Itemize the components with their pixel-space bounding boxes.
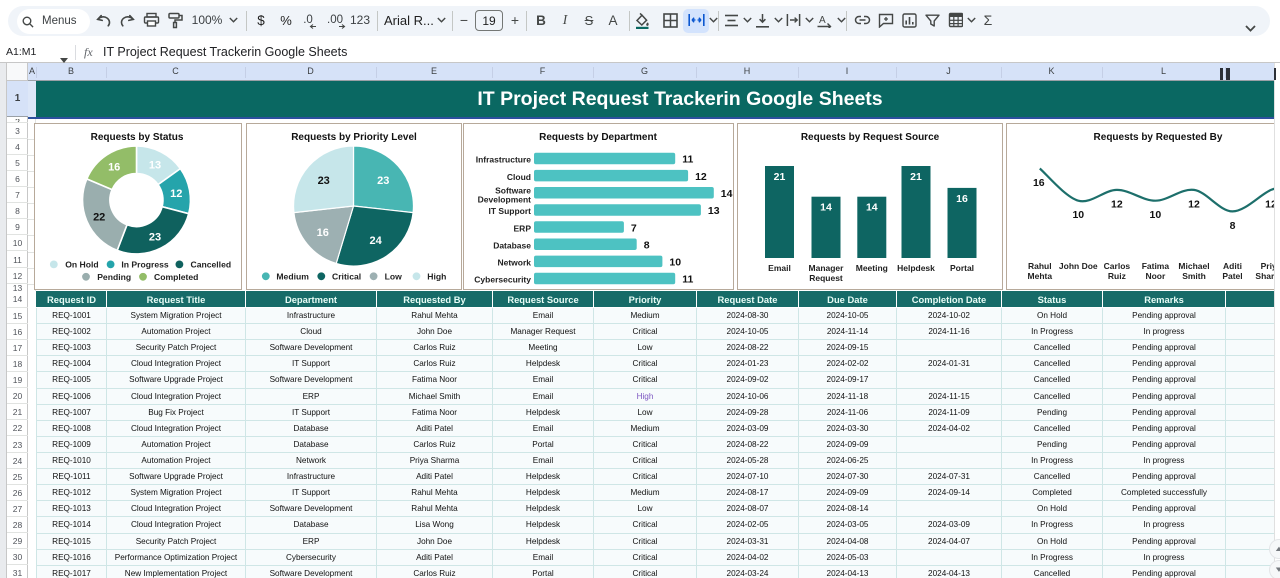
svg-text:Network: Network [497, 258, 531, 268]
svg-text:Sharma: Sharma [1255, 271, 1274, 281]
svg-text:7: 7 [631, 222, 637, 234]
svg-text:IT Support: IT Support [489, 206, 532, 216]
svg-text:23: 23 [318, 175, 330, 187]
svg-text:13: 13 [708, 205, 720, 217]
svg-text:A: A [819, 15, 826, 26]
svg-text:On Hold: On Hold [65, 260, 98, 270]
svg-text:12: 12 [1111, 198, 1123, 210]
svg-text:Database: Database [493, 241, 531, 251]
svg-text:Request: Request [809, 273, 843, 283]
svg-text:14: 14 [721, 188, 733, 200]
svg-text:10: 10 [1072, 209, 1084, 221]
svg-text:Completed: Completed [154, 272, 198, 282]
svg-text:8: 8 [1230, 220, 1236, 232]
svg-text:Requests by Status: Requests by Status [91, 132, 184, 143]
svg-text:16: 16 [317, 227, 329, 239]
svg-text:John Doe: John Doe [1059, 261, 1098, 271]
svg-text:Development: Development [478, 194, 532, 204]
svg-text:Smith: Smith [1182, 271, 1206, 281]
svg-text:10: 10 [1150, 209, 1162, 221]
svg-text:16: 16 [956, 193, 968, 205]
svg-text:16: 16 [108, 162, 120, 174]
svg-text:Pending: Pending [97, 272, 131, 282]
svg-text:Cloud: Cloud [507, 172, 531, 182]
svg-text:12: 12 [1265, 198, 1274, 210]
svg-text:Michael: Michael [1178, 261, 1209, 271]
svg-text:Critical: Critical [332, 272, 361, 282]
svg-text:Ruiz: Ruiz [1108, 271, 1126, 281]
svg-text:11: 11 [682, 274, 693, 286]
svg-text:Carlos: Carlos [1104, 261, 1131, 271]
svg-text:Medium: Medium [276, 272, 309, 282]
svg-text:Cybersecurity: Cybersecurity [474, 275, 531, 285]
svg-text:Requests by Priority Level: Requests by Priority Level [291, 132, 417, 143]
svg-text:Email: Email [768, 263, 791, 273]
svg-text:Mehta: Mehta [1028, 271, 1053, 281]
svg-text:High: High [427, 272, 446, 282]
svg-text:21: 21 [774, 171, 786, 183]
svg-text:21: 21 [910, 171, 922, 183]
svg-text:14: 14 [820, 202, 832, 214]
svg-text:Patel: Patel [1222, 271, 1242, 281]
svg-text:23: 23 [377, 175, 389, 187]
svg-text:Low: Low [385, 272, 402, 282]
svg-text:Priya: Priya [1261, 261, 1274, 271]
svg-text:12: 12 [170, 188, 182, 200]
svg-text:Meeting: Meeting [856, 263, 888, 273]
svg-text:In Progress: In Progress [121, 260, 169, 270]
svg-text:Cancelled: Cancelled [191, 260, 232, 270]
svg-text:10: 10 [669, 257, 681, 269]
svg-text:ERP: ERP [514, 223, 532, 233]
svg-text:Requests by Requested By: Requests by Requested By [1094, 132, 1223, 143]
svg-text:11: 11 [682, 154, 693, 166]
svg-text:Manager: Manager [809, 263, 845, 273]
svg-text:Requests by Request Source: Requests by Request Source [801, 132, 940, 143]
svg-text:12: 12 [695, 171, 707, 183]
svg-text:14: 14 [866, 202, 878, 214]
svg-text:Aditi: Aditi [1223, 261, 1242, 271]
svg-text:16: 16 [1033, 177, 1045, 189]
svg-text:13: 13 [149, 160, 161, 172]
svg-text:24: 24 [369, 235, 382, 247]
svg-text:Requests by Department: Requests by Department [539, 132, 657, 143]
svg-text:Fatima: Fatima [1142, 261, 1170, 271]
svg-text:12: 12 [1188, 198, 1200, 210]
svg-text:Noor: Noor [1145, 271, 1166, 281]
svg-text:Rahul: Rahul [1028, 261, 1052, 271]
svg-text:Portal: Portal [950, 263, 974, 273]
svg-text:Helpdesk: Helpdesk [897, 263, 935, 273]
svg-text:8: 8 [644, 240, 650, 252]
svg-text:23: 23 [149, 232, 161, 244]
svg-text:Infrastructure: Infrastructure [476, 155, 532, 165]
svg-text:22: 22 [93, 211, 105, 223]
